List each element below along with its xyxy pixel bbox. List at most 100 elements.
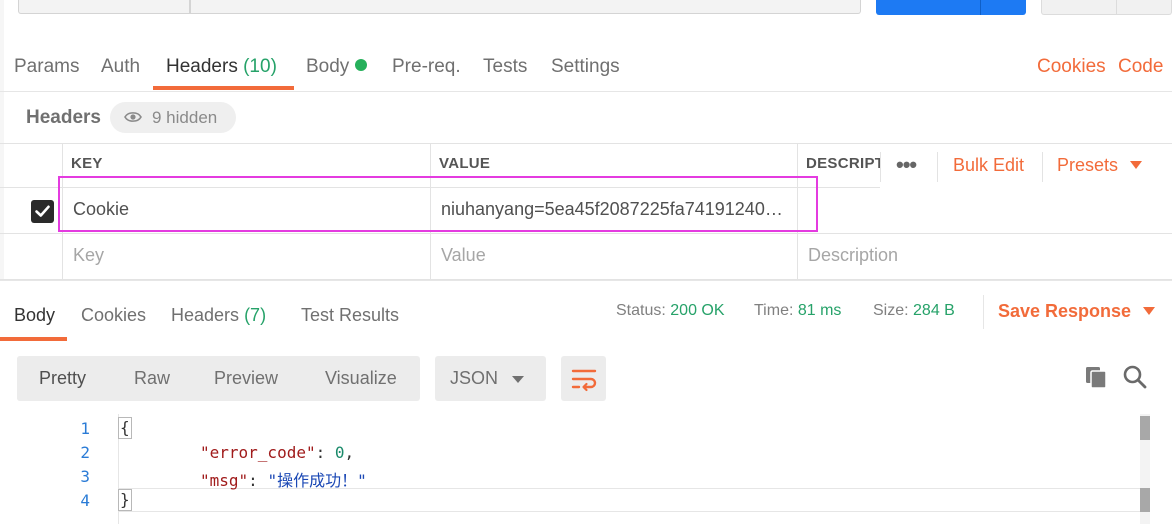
method-select[interactable] xyxy=(18,0,190,14)
more-options-button[interactable]: ••• xyxy=(896,152,917,178)
format-label: JSON xyxy=(450,368,499,388)
line-number: 4 xyxy=(80,491,90,510)
key-placeholder: Key xyxy=(73,245,105,265)
description-placeholder: Description xyxy=(808,245,899,265)
value-column-header: VALUE xyxy=(430,144,797,187)
value-cell[interactable]: niuhanyang=5ea45f2087225fa74191240… xyxy=(430,188,797,233)
hidden-count-label: 9 hidden xyxy=(152,108,218,127)
json-key: "msg" xyxy=(200,471,249,490)
table-row: Cookie niuhanyang=5ea45f2087225fa7419124… xyxy=(0,188,1172,234)
actions-divider xyxy=(1042,152,1043,182)
line-number: 1 xyxy=(80,419,90,438)
response-tab-test-results[interactable]: Test Results xyxy=(301,305,399,326)
view-mode-preview[interactable]: Preview xyxy=(214,368,278,389)
status-readout: Status: 200 OK xyxy=(616,302,725,320)
time-label: Time: xyxy=(754,302,794,319)
response-tab-cookies[interactable]: Cookies xyxy=(81,305,146,326)
status-value: 200 OK xyxy=(670,302,725,319)
current-line-highlight xyxy=(119,488,1141,512)
response-tab-headers[interactable]: Headers (7) xyxy=(171,305,266,326)
tab-auth[interactable]: Auth xyxy=(101,56,140,78)
key-cell[interactable]: Cookie xyxy=(62,188,430,233)
bulk-edit-button[interactable]: Bulk Edit xyxy=(953,155,1024,176)
open-brace: { xyxy=(118,417,132,439)
code-line-4: } xyxy=(118,489,132,511)
code-link[interactable]: Code xyxy=(1118,56,1163,78)
checkbox-check-icon xyxy=(35,205,50,217)
table-row-new: Key Value Description xyxy=(0,234,1172,280)
header-enabled-checkbox[interactable] xyxy=(31,200,54,223)
body-status-dot xyxy=(355,59,368,71)
line-number: 2 xyxy=(80,443,90,462)
tab-settings[interactable]: Settings xyxy=(551,56,620,78)
json-key: "error_code" xyxy=(200,443,316,462)
tab-headers-label: Headers xyxy=(166,56,238,77)
scrollbar-thumb-lower[interactable] xyxy=(1140,488,1150,512)
size-label: Size: xyxy=(873,302,909,319)
send-split-divider xyxy=(980,0,981,15)
key-column-header: KEY xyxy=(62,144,430,187)
time-value: 81 ms xyxy=(797,302,842,319)
send-button[interactable] xyxy=(876,0,1026,15)
view-mode-pretty[interactable]: Pretty xyxy=(39,368,86,389)
response-bar: Body Cookies Headers (7) Test Results St… xyxy=(0,280,1172,341)
format-select[interactable]: JSON xyxy=(435,356,546,401)
view-mode-segmented: Pretty Raw Preview Visualize xyxy=(17,356,420,401)
json-number-value: 0 xyxy=(334,443,345,462)
save-split-divider xyxy=(1116,0,1117,14)
copy-icon[interactable] xyxy=(1083,364,1109,390)
response-tab-body[interactable]: Body xyxy=(14,305,55,326)
code-line-2: "error_code": 0, xyxy=(200,443,355,462)
tab-headers[interactable]: Headers (10) xyxy=(166,56,277,78)
code-line-3: "msg": "操作成功！" xyxy=(200,471,367,490)
new-key-input[interactable]: Key xyxy=(62,234,430,279)
size-readout: Size: 284 B xyxy=(873,302,955,320)
value-placeholder: Value xyxy=(441,245,486,265)
header-key: Cookie xyxy=(73,199,130,219)
description-cell[interactable] xyxy=(797,188,1172,233)
caret-down-icon xyxy=(512,376,524,383)
url-input[interactable] xyxy=(190,0,861,14)
presets-dropdown[interactable]: Presets xyxy=(1057,155,1143,176)
size-value: 284 B xyxy=(913,302,955,319)
description-header-label: DESCRIPTI xyxy=(806,155,889,172)
tab-params[interactable]: Params xyxy=(14,56,79,78)
wrap-lines-icon xyxy=(571,369,597,392)
tab-headers-count: (10) xyxy=(243,56,277,77)
header-value: niuhanyang=5ea45f2087225fa74191240… xyxy=(441,199,783,219)
new-value-input[interactable]: Value xyxy=(430,234,797,279)
save-request-button[interactable] xyxy=(1041,0,1172,15)
scrollbar-thumb[interactable] xyxy=(1140,416,1150,440)
new-description-input[interactable]: Description xyxy=(797,234,1172,279)
save-response-button[interactable]: Save Response xyxy=(998,301,1156,322)
caret-down-icon xyxy=(1143,307,1156,315)
close-brace: } xyxy=(118,489,132,511)
headers-subheader: Headers 9 hidden xyxy=(0,93,1172,143)
tab-body[interactable]: Body xyxy=(306,56,368,78)
url-bar xyxy=(0,0,1172,30)
hidden-headers-toggle[interactable]: 9 hidden xyxy=(110,102,236,133)
tab-prereq[interactable]: Pre-req. xyxy=(392,56,461,78)
save-response-label: Save Response xyxy=(998,301,1132,321)
response-body-viewer[interactable]: 1 2 3 4 { "error_code": 0, "msg": "操作成功！… xyxy=(0,414,1172,526)
actions-divider xyxy=(937,152,938,182)
request-tabs: Params Auth Headers (10) Body Pre-req. T… xyxy=(0,44,1172,92)
table-header-row: KEY VALUE DESCRIPTI ••• Bulk Edit Preset… xyxy=(0,143,1172,189)
view-mode-visualize[interactable]: Visualize xyxy=(325,368,397,389)
tab-body-label: Body xyxy=(306,56,350,77)
view-mode-raw[interactable]: Raw xyxy=(134,368,170,389)
search-icon[interactable] xyxy=(1122,364,1148,390)
eye-icon xyxy=(124,112,142,122)
presets-label: Presets xyxy=(1057,155,1119,175)
table-actions: ••• Bulk Edit Presets xyxy=(880,144,1172,189)
key-header-label: KEY xyxy=(71,155,103,172)
headers-title: Headers xyxy=(26,107,101,128)
status-label: Status: xyxy=(616,302,666,319)
cookies-link[interactable]: Cookies xyxy=(1037,56,1106,78)
response-headers-count: (7) xyxy=(244,305,267,325)
response-headers-label: Headers xyxy=(171,305,240,325)
tab-tests[interactable]: Tests xyxy=(483,56,527,78)
time-readout: Time: 81 ms xyxy=(754,302,841,320)
wrap-lines-button[interactable] xyxy=(561,356,606,401)
status-divider xyxy=(983,295,984,329)
